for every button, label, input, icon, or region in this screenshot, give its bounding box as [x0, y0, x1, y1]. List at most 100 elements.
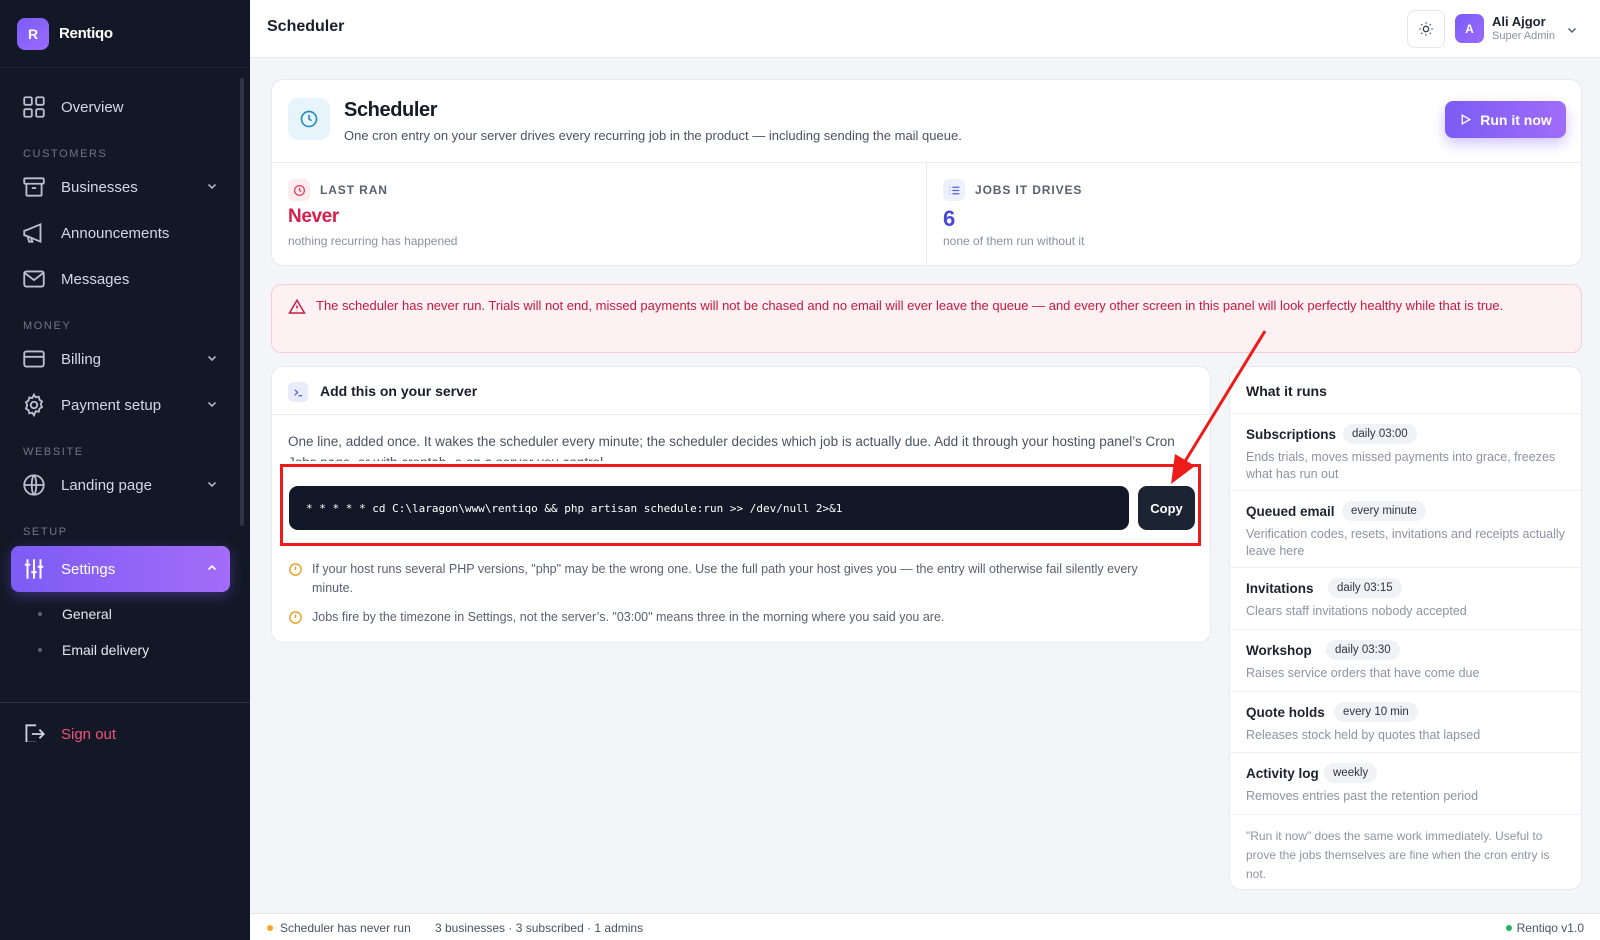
- job-description: Ends trials, moves missed payments into …: [1246, 450, 1556, 481]
- sidebar-item-label: Businesses: [61, 178, 138, 196]
- sliders-icon: [24, 559, 44, 579]
- section-label-customers: CUSTOMERS: [23, 148, 108, 160]
- stat-label: JOBS IT DRIVES: [975, 183, 1083, 197]
- copy-button[interactable]: Copy: [1138, 486, 1195, 530]
- stat-jobs-it-drives: JOBS IT DRIVES 6 none of them run withou…: [927, 162, 1581, 266]
- play-icon: [1461, 114, 1472, 125]
- avatar[interactable]: A: [1455, 14, 1484, 43]
- job-description: Clears staff invitations nobody accepted: [1246, 604, 1467, 618]
- sidebar-item-messages[interactable]: Messages: [0, 256, 250, 302]
- sign-out-label: Sign out: [61, 725, 117, 743]
- footer-counts: 3 businesses · 3 subscribed · 1 admins: [435, 921, 644, 935]
- tip-text: Jobs fire by the timezone in Settings, n…: [312, 610, 945, 624]
- brand-name: Rentiqo: [59, 25, 113, 42]
- sidebar-subitem-general[interactable]: General: [0, 596, 250, 632]
- globe-icon: [23, 474, 45, 496]
- server-card-title: Add this on your server: [320, 383, 478, 399]
- job-row: Quote holds every 10 min Releases stock …: [1230, 692, 1581, 753]
- logout-icon: [25, 724, 46, 742]
- status-dot-ok: [1506, 925, 1512, 931]
- sign-out-button[interactable]: Sign out: [0, 703, 250, 742]
- brand-logo: R: [17, 17, 49, 50]
- sidebar: R Rentiqo Overview CUSTOMERS Businesses …: [0, 0, 250, 940]
- job-row: Invitations daily 03:15 Clears staff inv…: [1230, 568, 1581, 630]
- status-dot-warning: [267, 925, 273, 931]
- clock-icon: [288, 98, 330, 140]
- theme-toggle-button[interactable]: [1407, 10, 1445, 48]
- tip-php-version: If your host runs several PHP versions, …: [288, 560, 1188, 600]
- cron-command[interactable]: * * * * * cd C:\laragon\www\rentiqo && p…: [289, 486, 1129, 530]
- bullet-dot: [38, 648, 42, 652]
- megaphone-icon: [23, 222, 42, 244]
- stat-last-ran: LAST RAN Never nothing recurring has hap…: [272, 162, 927, 266]
- job-name: Workshop: [1246, 643, 1312, 658]
- chevron-down-icon[interactable]: [1566, 24, 1578, 36]
- section-label-website: WEBSITE: [23, 446, 84, 458]
- chevron-down-icon: [207, 355, 217, 362]
- job-name: Activity log: [1246, 766, 1319, 781]
- job-row: Activity log weekly Removes entries past…: [1230, 753, 1581, 815]
- schedule-badge: weekly: [1324, 763, 1378, 783]
- sidebar-bottom: Sign out: [0, 702, 250, 742]
- grid-icon: [23, 96, 45, 118]
- sidebar-item-label: Messages: [61, 270, 130, 288]
- sidebar-item-billing[interactable]: Billing: [0, 336, 250, 382]
- status-footer: Scheduler has never run 3 businesses · 3…: [250, 913, 1600, 940]
- sidebar-item-label: Payment setup: [61, 396, 162, 414]
- user-name[interactable]: Ali Ajgor: [1492, 14, 1546, 29]
- topbar: Scheduler A Ali Ajgor Super Admin: [250, 0, 1600, 58]
- sidebar-item-businesses[interactable]: Businesses: [0, 164, 250, 210]
- brand[interactable]: R Rentiqo: [0, 0, 250, 68]
- stat-value: Never: [288, 206, 339, 227]
- sidebar-subitem-label: Email delivery: [62, 642, 150, 658]
- stat-note: nothing recurring has happened: [288, 234, 458, 248]
- schedule-badge: daily 03:30: [1326, 640, 1400, 660]
- what-it-runs-card: What it runs Subscriptions daily 03:00 E…: [1229, 366, 1582, 890]
- sidebar-item-payment-setup[interactable]: Payment setup: [0, 382, 250, 428]
- section-label-setup: SETUP: [23, 526, 68, 538]
- list-icon: [943, 179, 965, 201]
- schedule-badge: every minute: [1342, 501, 1426, 521]
- sidebar-nav: Overview CUSTOMERS Businesses Announceme…: [0, 68, 250, 704]
- sidebar-scrollbar[interactable]: [240, 78, 244, 526]
- credit-card-icon: [23, 350, 45, 368]
- stat-value: 6: [943, 206, 956, 231]
- chevron-up-icon: [207, 564, 217, 571]
- sidebar-subitem-email-delivery[interactable]: Email delivery: [0, 632, 250, 668]
- sidebar-item-label: Overview: [61, 98, 124, 116]
- schedule-badge: every 10 min: [1334, 702, 1418, 722]
- alarm-icon: [288, 179, 310, 201]
- sidebar-item-overview[interactable]: Overview: [0, 84, 250, 130]
- job-name: Queued email: [1246, 504, 1335, 519]
- chevron-down-icon: [207, 183, 217, 190]
- run-it-now-label: Run it now: [1480, 111, 1552, 128]
- chevron-down-icon: [207, 481, 217, 488]
- section-label-money: MONEY: [23, 320, 72, 332]
- sidebar-item-label: Settings: [61, 560, 116, 578]
- terminal-icon: [288, 382, 308, 402]
- scheduler-subtitle: One cron entry on your server drives eve…: [344, 128, 962, 143]
- job-row: Workshop daily 03:30 Raises service orde…: [1230, 630, 1581, 692]
- gear-icon: [24, 392, 44, 418]
- run-it-now-button[interactable]: Run it now: [1445, 101, 1566, 138]
- schedule-badge: daily 03:00: [1343, 424, 1417, 444]
- tip-timezone: Jobs fire by the timezone in Settings, n…: [288, 608, 1188, 628]
- sidebar-item-announcements[interactable]: Announcements: [0, 210, 250, 256]
- never-run-alert: The scheduler has never run. Trials will…: [271, 284, 1582, 353]
- info-circle-icon: [289, 563, 302, 576]
- mail-icon: [23, 270, 45, 288]
- chevron-down-icon: [207, 401, 217, 408]
- runs-title: What it runs: [1246, 383, 1327, 399]
- archive-icon: [23, 177, 45, 197]
- sidebar-item-landing-page[interactable]: Landing page: [0, 462, 250, 508]
- sun-icon: [1419, 22, 1433, 36]
- add-on-server-card: Add this on your server One line, added …: [271, 366, 1211, 643]
- info-circle-icon: [289, 611, 302, 624]
- sidebar-item-settings[interactable]: Settings: [11, 546, 230, 592]
- stat-note: none of them run without it: [943, 234, 1085, 248]
- stat-label: LAST RAN: [320, 183, 388, 197]
- job-description: Verification codes, resets, invitations …: [1246, 527, 1565, 558]
- sidebar-item-label: Landing page: [61, 476, 152, 494]
- run-it-now-footnote: "Run it now" does the same work immediat…: [1246, 829, 1550, 881]
- page-title: Scheduler: [267, 18, 345, 35]
